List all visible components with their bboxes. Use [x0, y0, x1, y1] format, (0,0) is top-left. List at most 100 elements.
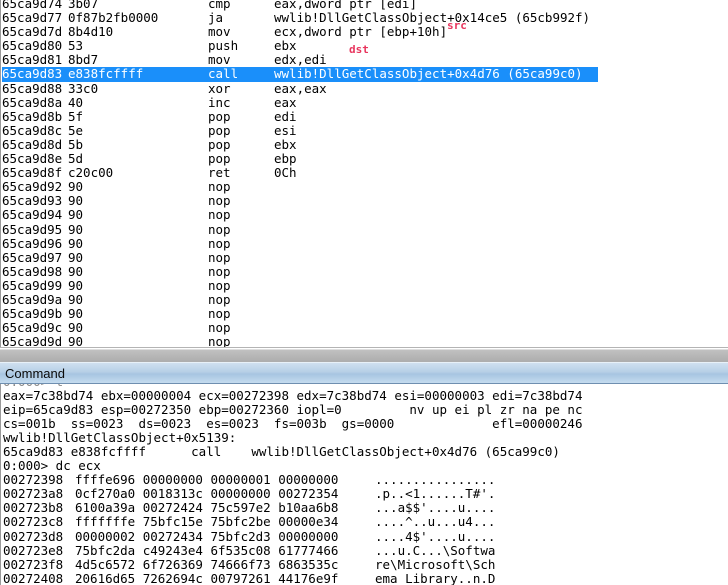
memory-hex-values: 75bfc2da c49243e4 6f535c08 61777466	[75, 542, 339, 558]
command-titlebar[interactable]: Command	[0, 362, 728, 384]
disassembly-operands: eax	[274, 94, 297, 110]
memory-address: 002723b8	[3, 500, 64, 516]
memory-hex-values: ffffe696 00000000 00000001 00000000	[75, 472, 339, 488]
memory-dump-row: 002723d8 00000002 00272434 75bfc2d3 00000…	[3, 528, 728, 544]
disassembly-mnemonic: nop	[208, 320, 231, 336]
disassembly-operands: wwlib!DllGetClassObject+0x4d76 (65ca99c0…	[274, 66, 583, 82]
disassembly-bytes: 5e	[68, 122, 84, 138]
disassembly-bytes: 90	[68, 179, 84, 195]
disassembly-row[interactable]: 65ca9d8d 5b pop ebx	[2, 136, 728, 152]
disassembly-row[interactable]: 65ca9d77 0f87b2fb0000 ja wwlib!DllGetClassO…	[2, 10, 728, 26]
disassembly-row[interactable]: 65ca9d8f c20c00 ret 0Ch	[2, 166, 728, 180]
disassembly-bytes: 90	[68, 207, 84, 223]
disassembly-operands: ebx	[274, 136, 297, 152]
memory-dump-row: 002723b8 6100a39a 00272424 75c597e2 b10aa…	[3, 501, 728, 515]
pane-splitter[interactable]	[0, 349, 728, 362]
disassembly-address: 65ca9d97	[2, 249, 63, 265]
command-line: 65ca9d83 e838fcffff call wwlib!DllGetCla…	[3, 444, 560, 460]
disassembly-row[interactable]: 65ca9d93 90 nop	[2, 194, 728, 208]
memory-address: 00272408	[3, 570, 64, 585]
disassembly-row[interactable]: 65ca9d97 90 nop	[2, 249, 728, 265]
disassembly-address: 65ca9d8f	[2, 165, 63, 181]
disassembly-bytes: 5f	[68, 108, 84, 124]
disassembly-operands: ecx,dword ptr [ebp+10h]	[274, 24, 448, 40]
disassembly-bytes: 8b4d10	[68, 24, 114, 40]
command-title-label: Command	[5, 366, 65, 381]
memory-dump-row: 002723c8 fffffffe 75bfc15e 75bfc2be 00000…	[3, 515, 728, 529]
memory-hex-values: 00000002 00272434 75bfc2d3 00000000	[75, 528, 339, 544]
disassembly-pane[interactable]: 65ca9d74 3b07 cmp eax,dword ptr [edi] 65ca9d…	[0, 0, 728, 348]
disassembly-row[interactable]: 65ca9d96 90 nop	[2, 235, 728, 251]
memory-hex-values: 0cf270a0 0018313c 00000000 00272354	[75, 486, 339, 502]
disassembly-row[interactable]: 65ca9d92 90 nop	[2, 180, 728, 194]
memory-hex-values: 6100a39a 00272424 75c597e2 b10aa6b8	[75, 500, 339, 516]
disassembly-mnemonic: pop	[208, 151, 231, 167]
disassembly-address: 65ca9d77	[2, 10, 63, 26]
disassembly-bytes: 90	[68, 291, 84, 307]
disassembly-row[interactable]: 65ca9d9b 90 nop	[2, 306, 728, 322]
disassembly-address: 65ca9d96	[2, 235, 63, 251]
disassembly-bytes: 0f87b2fb0000	[68, 10, 159, 26]
disassembly-row[interactable]: 65ca9d8a 40 inc eax	[2, 94, 728, 110]
disassembly-mnemonic: inc	[208, 94, 231, 110]
command-line: wwlib!DllGetClassObject+0x5139:	[3, 430, 237, 446]
disassembly-operands: eax,eax	[274, 80, 327, 96]
disassembly-row[interactable]: 65ca9d94 90 nop	[2, 208, 728, 222]
disassembly-bytes: 90	[68, 320, 84, 336]
disassembly-mnemonic: call	[208, 66, 239, 82]
memory-dump-row: 002723a8 0cf270a0 0018313c 00000000 00272…	[3, 487, 728, 501]
command-output-area[interactable]: 0:000> teax=7c38bd74 ebx=00000004 ecx=00…	[0, 384, 728, 585]
memory-dump-row: 002723e8 75bfc2da c49243e4 6f535c08 61777…	[3, 542, 728, 558]
disassembly-address: 65ca9d8d	[2, 136, 63, 152]
disassembly-bytes: 90	[68, 306, 84, 322]
disassembly-address: 65ca9d9c	[2, 320, 63, 336]
disassembly-row[interactable]: 65ca9d98 90 nop	[2, 264, 728, 279]
disassembly-row[interactable]: 65ca9d9c 90 nop	[2, 321, 728, 335]
memory-ascii-values: ...a$$'....u....	[375, 500, 496, 516]
memory-ascii-values: ....^..u...u4...	[375, 514, 496, 530]
disassembly-row[interactable]: 65ca9d95 90 nop	[2, 221, 728, 237]
disassembly-mnemonic: nop	[208, 193, 231, 209]
disassembly-row[interactable]: 65ca9d8b 5f pop edi	[2, 108, 728, 124]
disassembly-address: 65ca9d80	[2, 38, 63, 54]
command-line: 0:000> dc ecx	[3, 458, 101, 474]
disassembly-address: 65ca9d8c	[2, 122, 63, 138]
disassembly-mnemonic: pop	[208, 108, 231, 124]
disassembly-address: 65ca9d95	[2, 221, 63, 237]
disassembly-row[interactable]: 65ca9d7d 8b4d10 mov ecx,dword ptr [ebp+10h]	[2, 25, 728, 39]
command-pane[interactable]: Command 0:000> teax=7c38bd74 ebx=0000000…	[0, 362, 728, 585]
disassembly-bytes: 33c0	[68, 80, 99, 96]
memory-ascii-values: ...u.C...\Softwa	[375, 542, 496, 558]
disassembly-row[interactable]: 65ca9d99 90 nop	[2, 277, 728, 293]
disassembly-address: 65ca9d8a	[2, 94, 63, 110]
disassembly-bytes: 5b	[68, 136, 84, 152]
disassembly-operands: ebp	[274, 151, 297, 167]
memory-hex-values: fffffffe 75bfc15e 75bfc2be 00000e34	[75, 514, 339, 530]
disassembly-address: 65ca9d93	[2, 193, 63, 209]
memory-ascii-values: ....4$'....u....	[375, 528, 496, 544]
disassembly-bytes: c20c00	[68, 165, 114, 181]
memory-hex-values: 20616d65 7262694c 00797261 44176e9f	[75, 570, 339, 585]
annotation-dst: dst	[349, 43, 369, 56]
disassembly-mnemonic: mov	[208, 24, 231, 40]
disassembly-row[interactable]: 65ca9d8e 5d pop ebp	[2, 151, 728, 167]
disassembly-mnemonic: nop	[208, 277, 231, 293]
disassembly-address: 65ca9d8b	[2, 108, 63, 124]
disassembly-row[interactable]: 65ca9d88 33c0 xor eax,eax	[2, 80, 728, 96]
memory-hex-values: 4d5c6572 6f726369 74666f73 6863535c	[75, 556, 339, 572]
memory-ascii-values: ................	[375, 472, 496, 488]
disassembly-mnemonic: xor	[208, 80, 231, 96]
disassembly-row[interactable]: 65ca9d8c 5e pop esi	[2, 122, 728, 138]
disassembly-row[interactable]: 65ca9d9a 90 nop	[2, 291, 728, 307]
disassembly-operands: edi	[274, 108, 297, 124]
disassembly-bytes: 90	[68, 249, 84, 265]
disassembly-address: 65ca9d83	[2, 66, 63, 82]
disassembly-operands: wwlib!DllGetClassObject+0x14ce5 (65cb992…	[274, 10, 591, 26]
disassembly-row-current[interactable]: 65ca9d83 e838fcffff call wwlib!DllGetClassO…	[2, 66, 598, 82]
disassembly-mnemonic: nop	[208, 179, 231, 195]
disassembly-mnemonic: nop	[208, 291, 231, 307]
disassembly-bytes: e838fcffff	[68, 66, 144, 82]
disassembly-mnemonic: pop	[208, 136, 231, 152]
disassembly-mnemonic: nop	[208, 207, 231, 223]
disassembly-mnemonic: push	[208, 38, 239, 54]
